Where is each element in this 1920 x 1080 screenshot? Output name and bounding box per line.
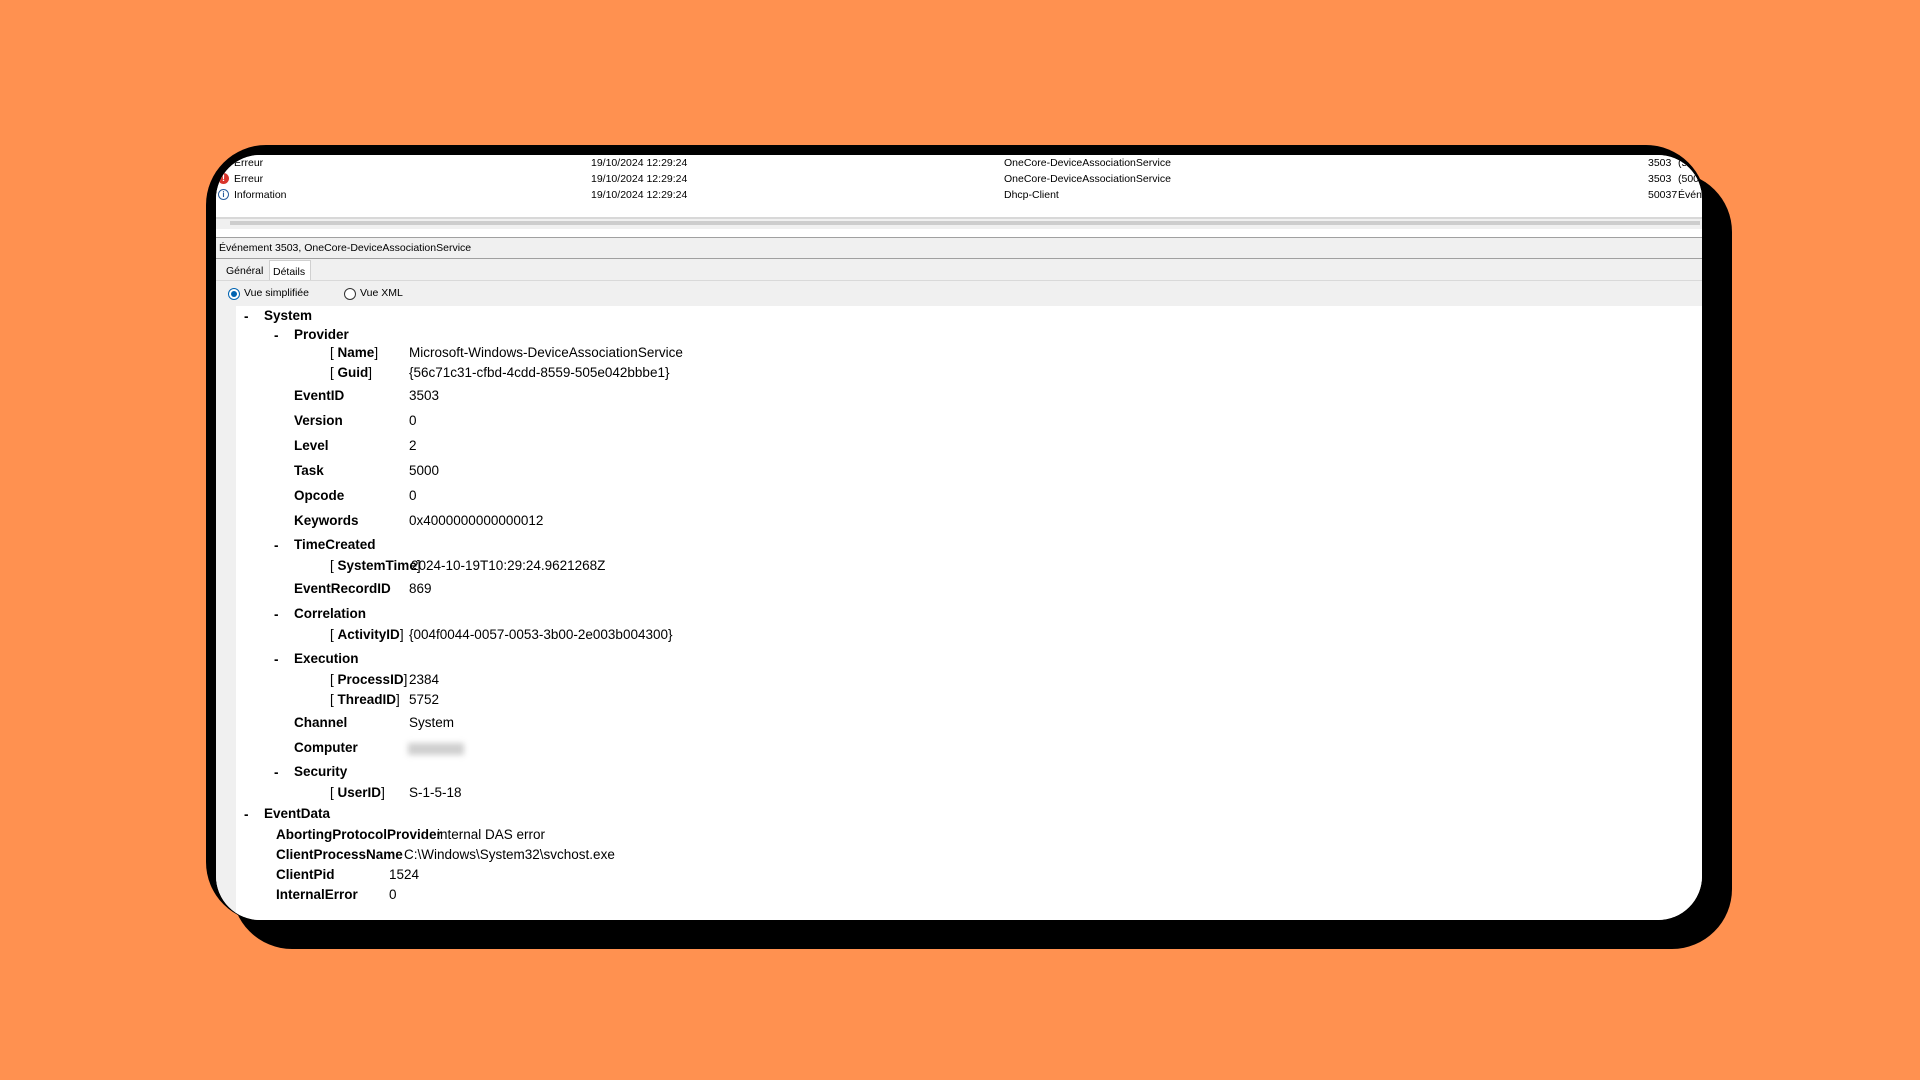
event-list: ! Erreur 19/10/2024 12:29:24 OneCore-Dev… [216,155,1702,217]
detail-header: Événement 3503, OneCore-DeviceAssociatio… [216,237,1702,259]
field-task-label: Task [294,463,324,478]
collapse-correlation-toggle[interactable]: - [274,607,279,622]
field-internalerror-value: 0 [389,887,397,902]
collapse-eventdata-toggle[interactable]: - [244,807,249,822]
field-keywords-value: 0x4000000000000012 [409,513,544,528]
attr-threadid-value: 5752 [409,692,440,707]
redacted-computer-value [408,743,464,755]
field-clientpid-label: ClientPid [276,867,335,882]
attr-userid-value: S-1-5-18 [409,785,462,800]
event-details-tree: - System - Provider [ Name] Microsoft-Wi… [236,306,1702,920]
field-aborting-value: internal DAS error [437,827,546,842]
attr-guid-value: {56c71c31-cfbd-4cdd-8559-505e042bbbe1} [409,365,670,380]
node-eventdata: EventData [264,806,331,821]
field-version-value: 0 [409,413,417,428]
event-date: 19/10/2024 12:29:24 [591,157,688,169]
collapse-execution-toggle[interactable]: - [274,652,279,667]
event-level: Erreur [234,157,264,169]
event-source: OneCore-DeviceAssociationService [1004,173,1171,185]
event-task: (5000) [1678,173,1702,185]
attr-activityid-value: {004f0044-0057-0053-3b00-2e003b004300} [409,627,673,642]
node-correlation: Correlation [294,606,367,621]
collapse-provider-toggle[interactable]: - [274,328,279,343]
event-level: Erreur [234,173,264,185]
event-row[interactable]: ! Erreur 19/10/2024 12:29:24 OneCore-Dev… [216,155,1702,171]
event-row[interactable]: ! Erreur 19/10/2024 12:29:24 OneCore-Dev… [216,171,1702,187]
content-margin [216,306,236,920]
field-channel-label: Channel [294,715,348,730]
event-source: Dhcp-Client [1004,189,1059,201]
event-date: 19/10/2024 12:29:24 [591,173,688,185]
attr-processid-label: [ ProcessID] [330,672,408,687]
node-system: System [264,308,313,323]
collapse-timecreated-toggle[interactable]: - [274,538,279,553]
tab-general-label: Général [226,265,264,277]
node-security: Security [294,764,348,779]
collapse-system-toggle[interactable]: - [244,309,249,324]
field-opcode-label: Opcode [294,488,345,503]
field-level-value: 2 [409,438,417,453]
field-clientpid-value: 1524 [389,867,420,882]
field-aborting-label: AbortingProtocolProvider [276,827,442,842]
field-eventid-value: 3503 [409,388,440,403]
attr-guid-label: [ Guid] [330,365,373,380]
field-channel-value: System [409,715,455,730]
radio-simple-label: Vue simplifiée [244,287,309,299]
event-id: 50037 [1648,189,1678,201]
attr-processid-value: 2384 [409,672,440,687]
event-id: 3503 [1648,173,1672,185]
view-options [216,280,1702,307]
detail-title: Événement 3503, OneCore-DeviceAssociatio… [219,242,472,254]
error-icon: ! [218,157,229,168]
field-clientprocess-value: C:\Windows\System32\svchost.exe [404,847,615,862]
info-icon: i [218,189,229,200]
radio-xml-label: Vue XML [360,287,403,299]
node-provider: Provider [294,327,349,342]
tab-details[interactable]: Détails [269,260,311,281]
event-row[interactable]: i Information 19/10/2024 12:29:24 Dhcp-C… [216,187,1702,203]
radio-unselected-icon [344,288,356,300]
event-viewer-screen: ! Erreur 19/10/2024 12:29:24 OneCore-Dev… [216,155,1702,920]
field-eventid-label: EventID [294,388,345,403]
field-version-label: Version [294,413,343,428]
radio-selected-icon [228,288,240,300]
attr-userid-label: [ UserID] [330,785,385,800]
error-icon: ! [218,173,229,184]
event-task: (50 [1678,157,1694,169]
collapse-security-toggle[interactable]: - [274,765,279,780]
field-level-label: Level [294,438,329,453]
field-keywords-label: Keywords [294,513,359,528]
field-task-value: 5000 [409,463,440,478]
field-opcode-value: 0 [409,488,417,503]
event-task: Événe [1678,189,1702,201]
scrollbar-thumb[interactable] [230,221,1700,225]
node-execution: Execution [294,651,359,666]
field-eventrecordid-label: EventRecordID [294,581,391,596]
splitter[interactable] [216,229,1702,237]
attr-name-label: [ Name] [330,345,379,360]
attr-threadid-label: [ ThreadID] [330,692,400,707]
tab-details-label: Détails [273,266,306,278]
field-computer-label: Computer [294,740,358,755]
attr-name-value: Microsoft-Windows-DeviceAssociationServi… [409,345,683,360]
tab-general[interactable]: Général [226,260,268,280]
event-source: OneCore-DeviceAssociationService [1004,157,1171,169]
event-level: Information [234,189,287,201]
event-date: 19/10/2024 12:29:24 [591,189,688,201]
node-timecreated: TimeCreated [294,537,376,552]
event-id: 3503 [1648,157,1672,169]
attr-activityid-label: [ ActivityID] [330,627,404,642]
attr-systemtime-label: [ SystemTime] [330,558,421,573]
field-clientprocess-label: ClientProcessName [276,847,403,862]
field-eventrecordid-value: 869 [409,581,432,596]
attr-systemtime-value: 2024-10-19T10:29:24.9621268Z [411,558,606,573]
field-internalerror-label: InternalError [276,887,358,902]
